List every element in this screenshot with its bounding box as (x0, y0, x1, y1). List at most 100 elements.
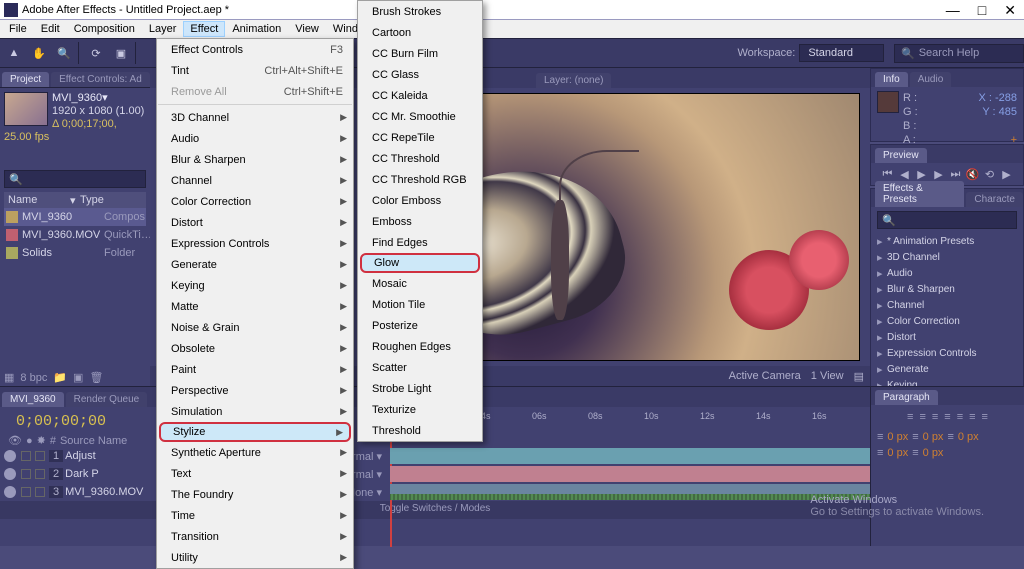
pixel-icon[interactable]: ▤ (854, 370, 864, 383)
menu-file[interactable]: File (2, 21, 34, 37)
toggle-switches[interactable]: Toggle Switches / Modes (0, 501, 870, 519)
justify-left-icon[interactable]: ≡ (944, 411, 950, 423)
col-name[interactable]: Name (8, 194, 70, 206)
stylize-submenu[interactable]: Brush StrokesCartoonCC Burn FilmCC Glass… (357, 0, 483, 442)
effects-category[interactable]: ▸3D Channel (877, 249, 1017, 265)
col-type[interactable]: Type (80, 194, 142, 206)
paragraph-indent-row[interactable]: ≡0 px≡0 px≡0 px (871, 429, 1024, 445)
submenu-item-cartoon[interactable]: Cartoon (358, 22, 482, 43)
new-folder-icon[interactable]: 📁 (53, 371, 67, 384)
submenu-item-roughen-edges[interactable]: Roughen Edges (358, 336, 482, 357)
submenu-item-brush-strokes[interactable]: Brush Strokes (358, 1, 482, 22)
next-frame-icon[interactable]: ▶ (932, 167, 946, 181)
align-right-icon[interactable]: ≡ (932, 411, 938, 423)
tab-character[interactable]: Characte (966, 192, 1023, 207)
selection-tool-icon[interactable]: ▲ (3, 42, 25, 64)
menu-item-time[interactable]: Time▶ (157, 505, 353, 526)
project-row[interactable]: SolidsFolder (4, 244, 146, 262)
loop-icon[interactable]: ⟲ (983, 167, 997, 181)
effects-category[interactable]: ▸Color Correction (877, 313, 1017, 329)
menu-edit[interactable]: Edit (34, 21, 67, 37)
search-help-input[interactable]: 🔍 Search Help (894, 44, 1024, 63)
menu-item[interactable]: Remove AllCtrl+Shift+E (157, 81, 353, 102)
effects-category[interactable]: ▸Blur & Sharpen (877, 281, 1017, 297)
submenu-item-cc-threshold-rgb[interactable]: CC Threshold RGB (358, 169, 482, 190)
menu-item-audio[interactable]: Audio▶ (157, 128, 353, 149)
play-icon[interactable]: ▶ (915, 167, 929, 181)
project-row[interactable]: MVI_9360.MOVQuickTi… (4, 226, 146, 244)
tab-timeline-comp[interactable]: MVI_9360 (2, 392, 64, 407)
timeline-layer[interactable]: 1AdjustNormal ▾ (0, 447, 870, 465)
paragraph-indent-row[interactable]: ≡0 px≡0 px (871, 445, 1024, 461)
project-row[interactable]: MVI_9360Compos (4, 208, 146, 226)
ram-preview-icon[interactable]: ▶ (1000, 167, 1014, 181)
last-frame-icon[interactable]: ⏭ (949, 167, 963, 181)
menu-item-blur-sharpen[interactable]: Blur & Sharpen▶ (157, 149, 353, 170)
views-select[interactable]: 1 View (811, 370, 844, 382)
camera-select[interactable]: Active Camera (729, 370, 801, 382)
submenu-item-find-edges[interactable]: Find Edges (358, 232, 482, 253)
new-comp-icon[interactable]: ▣ (73, 371, 83, 384)
shy-icon[interactable]: 👁 (8, 434, 22, 447)
submenu-item-emboss[interactable]: Emboss (358, 211, 482, 232)
menu-effect[interactable]: Effect (183, 21, 225, 37)
workspace-select[interactable]: Standard (799, 44, 884, 62)
menu-item-stylize[interactable]: Stylize▶ (159, 422, 351, 442)
effects-category[interactable]: ▸Distort (877, 329, 1017, 345)
submenu-item-glow[interactable]: Glow (360, 253, 480, 273)
menu-item[interactable]: TintCtrl+Alt+Shift+E (157, 60, 353, 81)
justify-right-icon[interactable]: ≡ (969, 411, 975, 423)
zoom-tool-icon[interactable]: 🔍 (53, 42, 75, 64)
effects-search[interactable]: 🔍 (877, 211, 1017, 229)
prev-frame-icon[interactable]: ◀ (898, 167, 912, 181)
tab-render-queue[interactable]: Render Queue (66, 392, 148, 407)
effects-category[interactable]: ▸Generate (877, 361, 1017, 377)
menu-item-perspective[interactable]: Perspective▶ (157, 380, 353, 401)
tab-layer-none[interactable]: Layer: (none) (536, 73, 611, 88)
timeline-layer[interactable]: 3MVI_9360.MOVNone ▾ (0, 483, 870, 501)
menu-layer[interactable]: Layer (142, 21, 184, 37)
menu-animation[interactable]: Animation (225, 21, 288, 37)
menu-item-the-foundry[interactable]: The Foundry▶ (157, 484, 353, 505)
timeline-layer[interactable]: 2Dark PNormal ▾ (0, 465, 870, 483)
menu-item-distort[interactable]: Distort▶ (157, 212, 353, 233)
menu-item-generate[interactable]: Generate▶ (157, 254, 353, 275)
menu-item-paint[interactable]: Paint▶ (157, 359, 353, 380)
menu-item-transition[interactable]: Transition▶ (157, 526, 353, 547)
tab-paragraph[interactable]: Paragraph (875, 390, 938, 405)
submenu-item-cc-kaleida[interactable]: CC Kaleida (358, 85, 482, 106)
maximize-icon[interactable]: □ (978, 3, 986, 17)
tab-project[interactable]: Project (2, 72, 49, 87)
menu-item-color-correction[interactable]: Color Correction▶ (157, 191, 353, 212)
menu-view[interactable]: View (288, 21, 326, 37)
effects-category[interactable]: ▸* Animation Presets (877, 233, 1017, 249)
align-left-icon[interactable]: ≡ (907, 411, 913, 423)
menu-composition[interactable]: Composition (67, 21, 142, 37)
menu-item-text[interactable]: Text▶ (157, 463, 353, 484)
menu-item-obsolete[interactable]: Obsolete▶ (157, 338, 353, 359)
submenu-item-color-emboss[interactable]: Color Emboss (358, 190, 482, 211)
submenu-item-cc-repetile[interactable]: CC RepeTile (358, 127, 482, 148)
menu-item[interactable]: Effect ControlsF3 (157, 39, 353, 60)
submenu-item-cc-mr-smoothie[interactable]: CC Mr. Smoothie (358, 106, 482, 127)
menu-item-synthetic-aperture[interactable]: Synthetic Aperture▶ (157, 442, 353, 463)
submenu-item-cc-glass[interactable]: CC Glass (358, 64, 482, 85)
first-frame-icon[interactable]: ⏮ (881, 167, 895, 181)
effects-category[interactable]: ▸Expression Controls (877, 345, 1017, 361)
tab-audio[interactable]: Audio (910, 72, 952, 87)
submenu-item-scatter[interactable]: Scatter (358, 357, 482, 378)
menu-item-matte[interactable]: Matte▶ (157, 296, 353, 317)
menu-item-noise-grain[interactable]: Noise & Grain▶ (157, 317, 353, 338)
submenu-item-strobe-light[interactable]: Strobe Light (358, 378, 482, 399)
col-source-name[interactable]: Source Name (60, 435, 127, 447)
justify-all-icon[interactable]: ≡ (982, 411, 988, 423)
align-center-icon[interactable]: ≡ (919, 411, 925, 423)
camera-tool-icon[interactable]: ▣ (110, 42, 132, 64)
tab-effects-presets[interactable]: Effects & Presets (875, 181, 964, 207)
submenu-item-cc-burn-film[interactable]: CC Burn Film (358, 43, 482, 64)
project-search[interactable]: 🔍 (4, 170, 146, 188)
submenu-item-texturize[interactable]: Texturize (358, 399, 482, 420)
menu-item-utility[interactable]: Utility▶ (157, 547, 353, 568)
effects-category[interactable]: ▸Channel (877, 297, 1017, 313)
hand-tool-icon[interactable]: ✋ (28, 42, 50, 64)
